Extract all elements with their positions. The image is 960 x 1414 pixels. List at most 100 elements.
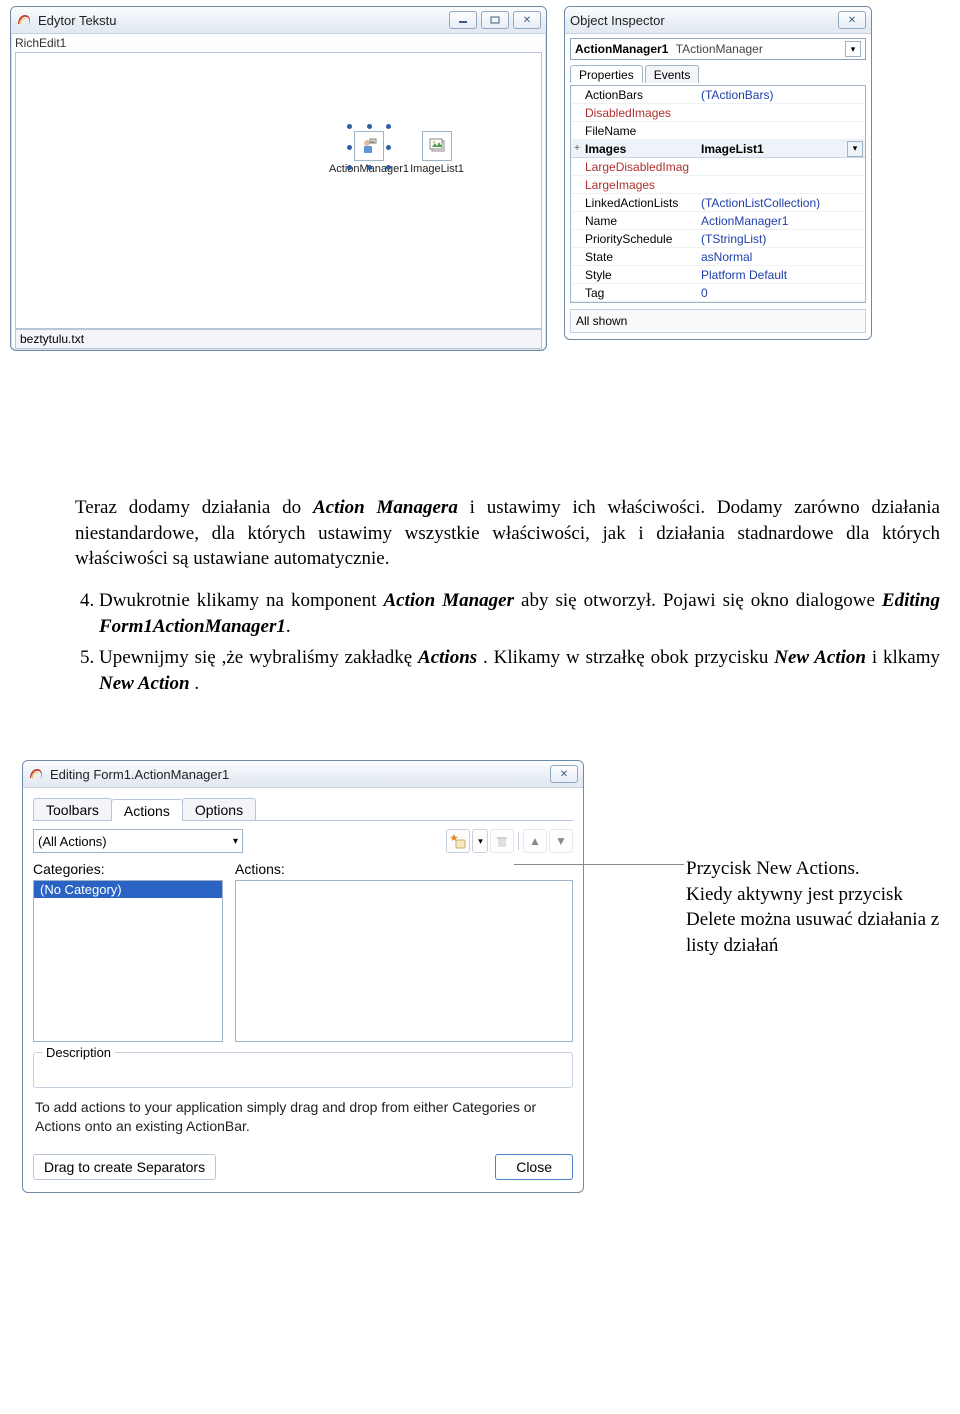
property-name: Name [583,214,697,228]
property-grid[interactable]: ActionBars(TActionBars)DisabledImagesFil… [570,85,866,303]
description-label: Description [42,1045,115,1060]
form-window-buttons: ✕ [449,11,541,29]
property-row-actionbars[interactable]: ActionBars(TActionBars) [571,86,865,104]
dlg-toolbar: ▾ ▲ ▼ [446,829,573,853]
action-editor-dialog: Editing Form1.ActionManager1 ✕ Toolbars … [22,760,584,1193]
imagelist-icon [422,131,452,161]
categories-listbox[interactable]: (No Category) [33,880,223,1042]
oi-selected-object: ActionManager1 [575,42,668,56]
tab-options[interactable]: Options [182,798,256,820]
imagelist-component[interactable]: ImageList1 [404,131,470,175]
actionlist-combo[interactable]: (All Actions) ▾ [33,829,243,853]
maximize-button[interactable] [481,11,509,29]
tab-toolbars[interactable]: Toolbars [33,798,112,820]
chevron-down-icon: ▾ [478,836,483,847]
arrow-up-icon: ▲ [529,834,541,848]
dlg-button-row: Drag to create Separators Close [33,1154,573,1180]
dlg-title: Editing Form1.ActionManager1 [50,767,229,782]
delphi-helmet-icon [16,12,32,28]
actionmanager-icon [354,131,384,161]
new-action-icon [450,833,466,849]
tab-properties[interactable]: Properties [570,65,643,83]
property-row-filename[interactable]: FileName [571,122,865,140]
callout: Przycisk New Actions. Kiedy aktywny jest… [686,856,946,959]
form-statusbar: beztytulu.txt [15,329,542,349]
property-value[interactable]: ImageList1 [697,142,847,156]
drag-separators-button[interactable]: Drag to create Separators [33,1154,216,1180]
property-row-largeimages[interactable]: LargeImages [571,176,865,194]
categories-label: Categories: [33,861,223,877]
category-item-none[interactable]: (No Category) [34,881,222,898]
property-name: PrioritySchedule [583,232,697,246]
property-row-state[interactable]: StateasNormal [571,248,865,266]
close-dialog-button[interactable]: Close [495,1154,573,1180]
actionmanager-component[interactable]: ActionManager1 [326,131,412,175]
form-window-titlebar: Edytor Tekstu ✕ [11,7,546,34]
property-value[interactable]: Platform Default [697,268,865,282]
move-up-button[interactable]: ▲ [523,829,547,853]
property-row-linkedactionlists[interactable]: LinkedActionLists(TActionListCollection) [571,194,865,212]
expand-icon[interactable]: + [571,143,583,154]
property-value[interactable]: (TActionListCollection) [697,196,865,210]
delete-action-button[interactable] [490,829,514,853]
oi-title: Object Inspector [570,13,665,28]
description-group: Description [33,1052,573,1088]
oi-object-selector[interactable]: ActionManager1 TActionManager ▾ [570,38,866,60]
oi-titlebar: Object Inspector ✕ [565,7,871,34]
close-icon: ✕ [523,15,531,26]
maximize-icon [490,16,500,24]
property-value[interactable]: asNormal [697,250,865,264]
property-name: DisabledImages [583,106,697,120]
toolbar-separator [518,832,519,850]
tab-actions[interactable]: Actions [111,799,183,821]
property-value[interactable]: (TActionBars) [697,88,865,102]
property-name: LargeImages [583,178,697,192]
property-row-style[interactable]: StylePlatform Default [571,266,865,284]
close-button[interactable]: ✕ [513,11,541,29]
move-down-button[interactable]: ▼ [549,829,573,853]
property-name: LargeDisabledImag [583,160,697,174]
oi-statusbar: All shown [570,309,866,333]
property-row-name[interactable]: NameActionManager1 [571,212,865,230]
statusbar-text: beztytulu.txt [20,332,84,346]
close-icon: ✕ [560,769,568,780]
minimize-button[interactable] [449,11,477,29]
property-value[interactable]: 0 [697,286,865,300]
oi-window-buttons: ✕ [838,11,866,29]
delphi-helmet-icon [28,766,44,782]
delete-icon [495,834,509,848]
property-name: FileName [583,124,697,138]
property-row-images[interactable]: +ImagesImageList1▾ [571,140,865,158]
step-list: Dwukrotnie klikamy na komponent Action M… [75,588,940,697]
property-row-priorityschedule[interactable]: PrioritySchedule(TStringList) [571,230,865,248]
property-name: LinkedActionLists [583,196,697,210]
imagelist-component-label: ImageList1 [404,163,470,175]
oi-close-button[interactable]: ✕ [838,11,866,29]
property-name: Style [583,268,697,282]
property-name: State [583,250,697,264]
richedit-area[interactable]: ActionManager1 ImageList1 [15,52,542,329]
new-action-dropdown[interactable]: ▾ [472,829,488,853]
property-name: ActionBars [583,88,697,102]
property-row-largedisabledimag[interactable]: LargeDisabledImag [571,158,865,176]
new-action-button[interactable] [446,829,470,853]
dlg-titlebar: Editing Form1.ActionManager1 ✕ [23,761,583,788]
property-row-disabledimages[interactable]: DisabledImages [571,104,865,122]
actionlist-combo-value: (All Actions) [38,834,107,849]
dlg-close-button[interactable]: ✕ [550,765,578,783]
arrow-down-icon: ▼ [555,834,567,848]
tab-events[interactable]: Events [645,65,700,83]
property-row-tag[interactable]: Tag0 [571,284,865,302]
form-window-title: Edytor Tekstu [38,13,117,28]
dlg-tabs: Toolbars Actions Options [33,798,573,821]
property-value[interactable]: (TStringList) [697,232,865,246]
actions-listbox[interactable] [235,880,573,1042]
property-name: Tag [583,286,697,300]
richedit-component-name: RichEdit1 [15,36,66,50]
chevron-down-icon: ▾ [845,41,861,57]
dlg-body: Toolbars Actions Options (All Actions) ▾ [23,788,583,1192]
property-value[interactable]: ActionManager1 [697,214,865,228]
chevron-down-icon[interactable]: ▾ [847,141,863,157]
oi-body: ActionManager1 TActionManager ▾ Properti… [565,34,871,339]
chevron-down-icon: ▾ [233,836,238,847]
